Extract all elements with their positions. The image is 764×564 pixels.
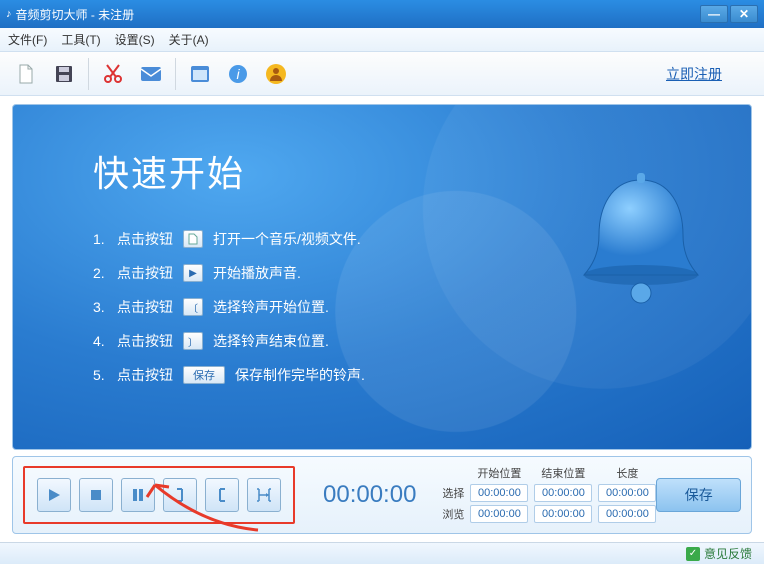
cut-button[interactable] — [99, 60, 127, 88]
step-4: 4.点击按钮〕选择铃声结束位置. — [93, 331, 365, 351]
header-length: 长度 — [598, 465, 656, 481]
titlebar: ♪ 音频剪切大师 - 未注册 — ✕ — [0, 0, 764, 28]
play-icon: ▶ — [183, 264, 203, 282]
main-panel: 快速开始 1.点击按钮打开一个音乐/视频文件. 2.点击按钮▶开始播放声音. 3… — [12, 104, 752, 450]
browse-length[interactable]: 00:00:00 — [598, 505, 656, 523]
save-big-button[interactable]: 保存 — [656, 478, 741, 512]
position-panel: 开始位置 结束位置 长度 选择 00:00:00 00:00:00 00:00:… — [436, 465, 656, 526]
mark-start-icon: 〔 — [183, 298, 203, 316]
footer: ✓ 意见反馈 — [0, 542, 764, 564]
window-button[interactable] — [186, 60, 214, 88]
window-title: 音频剪切大师 - 未注册 — [16, 6, 135, 23]
header-end: 结束位置 — [534, 465, 592, 481]
open-icon — [183, 230, 203, 248]
info-button[interactable]: i — [224, 60, 252, 88]
row-select-label: 选择 — [436, 485, 464, 501]
play-button[interactable] — [37, 478, 71, 512]
step-2: 2.点击按钮▶开始播放声音. — [93, 263, 365, 283]
close-button[interactable]: ✕ — [730, 5, 758, 23]
mark-start-button[interactable] — [163, 478, 197, 512]
browse-end[interactable]: 00:00:00 — [534, 505, 592, 523]
save-small-icon: 保存 — [183, 366, 225, 384]
toolbar: i 立即注册 — [0, 52, 764, 96]
register-link[interactable]: 立即注册 — [666, 64, 722, 84]
save-button[interactable] — [50, 60, 78, 88]
app-window: ♪ 音频剪切大师 - 未注册 — ✕ 文件(F) 工具(T) 设置(S) 关于(… — [0, 0, 764, 564]
select-end[interactable]: 00:00:00 — [534, 484, 592, 502]
browse-start[interactable]: 00:00:00 — [470, 505, 528, 523]
step-1: 1.点击按钮打开一个音乐/视频文件. — [93, 229, 365, 249]
playback-controls — [23, 466, 295, 524]
feedback-link[interactable]: 意见反馈 — [704, 545, 752, 562]
person-button[interactable] — [262, 60, 290, 88]
header-start: 开始位置 — [470, 465, 528, 481]
row-browse-label: 浏览 — [436, 506, 464, 522]
menubar: 文件(F) 工具(T) 设置(S) 关于(A) — [0, 28, 764, 52]
feedback-icon: ✓ — [686, 547, 700, 561]
bell-icon — [571, 165, 711, 325]
quick-start-steps: 1.点击按钮打开一个音乐/视频文件. 2.点击按钮▶开始播放声音. 3.点击按钮… — [93, 215, 365, 399]
menu-file[interactable]: 文件(F) — [8, 31, 47, 48]
mark-end-button[interactable] — [205, 478, 239, 512]
quick-start-title: 快速开始 — [93, 145, 245, 197]
app-icon: ♪ — [6, 8, 12, 20]
minimize-button[interactable]: — — [700, 5, 728, 23]
menu-tool[interactable]: 工具(T) — [61, 31, 100, 48]
step-5: 5.点击按钮保存保存制作完毕的铃声. — [93, 365, 365, 385]
new-file-button[interactable] — [12, 60, 40, 88]
select-length[interactable]: 00:00:00 — [598, 484, 656, 502]
pause-button[interactable] — [121, 478, 155, 512]
menu-setting[interactable]: 设置(S) — [115, 31, 155, 48]
step-3: 3.点击按钮〔选择铃声开始位置. — [93, 297, 365, 317]
email-button[interactable] — [137, 60, 165, 88]
bottom-panel: 00:00:00 开始位置 结束位置 长度 选择 00:00:00 00:00:… — [12, 456, 752, 534]
mark-end-icon: 〕 — [183, 332, 203, 350]
time-display: 00:00:00 — [323, 481, 416, 509]
stop-button[interactable] — [79, 478, 113, 512]
menu-about[interactable]: 关于(A) — [169, 31, 209, 48]
select-start[interactable]: 00:00:00 — [470, 484, 528, 502]
range-button[interactable] — [247, 478, 281, 512]
